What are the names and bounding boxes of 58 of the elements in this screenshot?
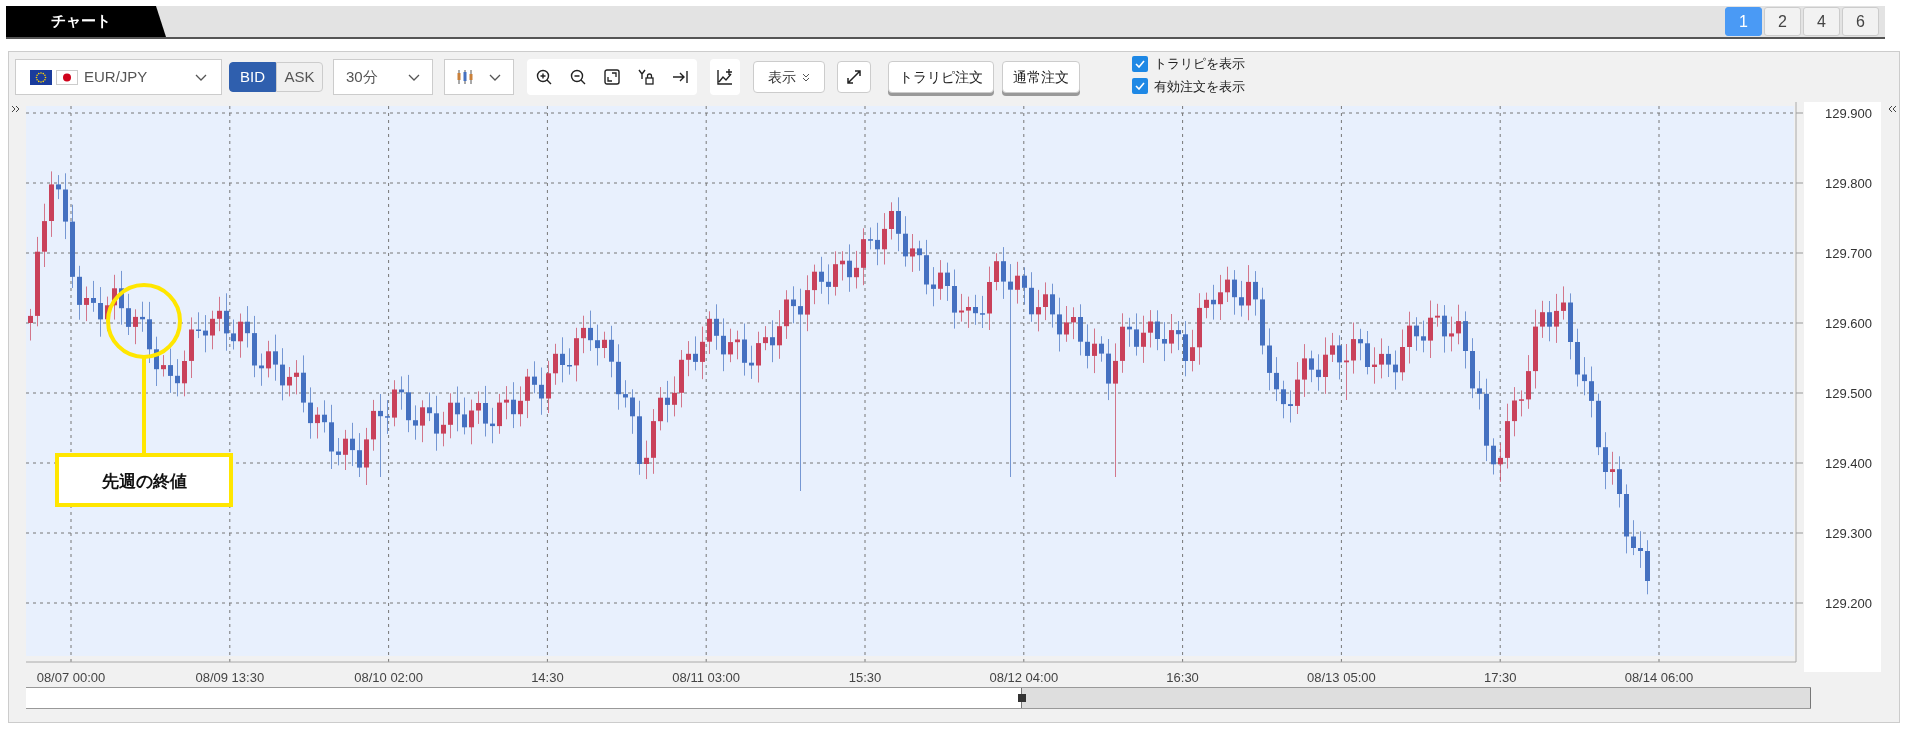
interval-select[interactable]: 30分 [333, 59, 433, 95]
chart-plus-icon [716, 68, 734, 86]
checkbox[interactable] [1132, 55, 1148, 72]
checkbox-label: トラリピを表示 [1154, 55, 1245, 73]
check-icon [1135, 59, 1145, 68]
add-indicator-button[interactable] [710, 59, 740, 95]
fullscreen-button[interactable] [837, 61, 871, 93]
time-axis-label: 08/14 06:00 [1624, 670, 1694, 685]
symbol-select[interactable]: EUR/JPY [15, 59, 222, 95]
time-axis-label: 08/12 04:00 [989, 670, 1059, 685]
arrow-to-end-icon [672, 70, 688, 84]
time-axis-label: 16:30 [1166, 670, 1199, 685]
price-axis-label: 129.600 [1825, 316, 1872, 331]
chevron-down-icon [195, 73, 207, 81]
fit-screen-icon [604, 69, 620, 85]
price-axis-label: 129.800 [1825, 176, 1872, 191]
zoom-out-icon [570, 69, 586, 85]
price-type-toggle[interactable]: ASK [276, 62, 323, 92]
price-axis-label: 129.400 [1825, 456, 1872, 471]
order-button[interactable]: 通常注文 [1002, 61, 1080, 93]
time-axis-label: 08/10 02:00 [354, 670, 423, 685]
time-axis-label: 08/07 00:00 [36, 670, 106, 685]
expand-left-icon[interactable] [11, 104, 21, 114]
check-icon [1135, 82, 1145, 91]
layout-tab[interactable]: 2 [1764, 7, 1801, 36]
zoom-in-icon [536, 69, 552, 85]
double-chevron-icon [802, 72, 810, 82]
callout-label: 先週の終値 [101, 472, 187, 491]
layout-tab[interactable]: 4 [1803, 7, 1840, 36]
price-axis-label: 129.300 [1825, 526, 1872, 541]
display-menu-button[interactable]: 表示 [753, 61, 825, 93]
checkbox-label: 有効注文を表示 [1154, 77, 1245, 96]
price-axis-label: 129.700 [1825, 246, 1872, 261]
japan-flag-icon [56, 69, 78, 85]
scrollbar-thumb[interactable] [1021, 688, 1811, 708]
eu-flag-icon [30, 69, 52, 85]
y-lock-icon [638, 69, 654, 85]
scrollbar-handle[interactable] [1018, 694, 1026, 702]
chart-type-select[interactable] [444, 59, 514, 95]
time-axis-label: 08/11 03:00 [672, 670, 741, 685]
chevron-down-icon [489, 73, 501, 81]
price-axis-label: 129.200 [1825, 596, 1872, 611]
price-axis-label: 129.500 [1825, 386, 1872, 401]
layout-tab[interactable]: 6 [1842, 7, 1879, 36]
time-axis-label: 17:30 [1483, 670, 1517, 685]
time-axis-label: 14:30 [531, 670, 564, 685]
time-axis-label: 08/09 13:30 [195, 670, 265, 685]
order-button[interactable]: トラリピ注文 [888, 61, 994, 93]
time-axis-label: 08/13 05:00 [1307, 670, 1376, 685]
chevron-down-icon [408, 73, 420, 81]
time-axis-label: 15:30 [848, 670, 882, 685]
candlestick-icon [457, 70, 473, 84]
price-axis-label: 129.900 [1825, 106, 1872, 121]
price-type-toggle[interactable]: BID [229, 62, 276, 92]
collapse-right-icon[interactable] [1887, 104, 1897, 114]
chart-tab[interactable]: チャート [6, 6, 166, 37]
expand-icon [846, 69, 862, 85]
checkbox[interactable] [1132, 78, 1148, 95]
